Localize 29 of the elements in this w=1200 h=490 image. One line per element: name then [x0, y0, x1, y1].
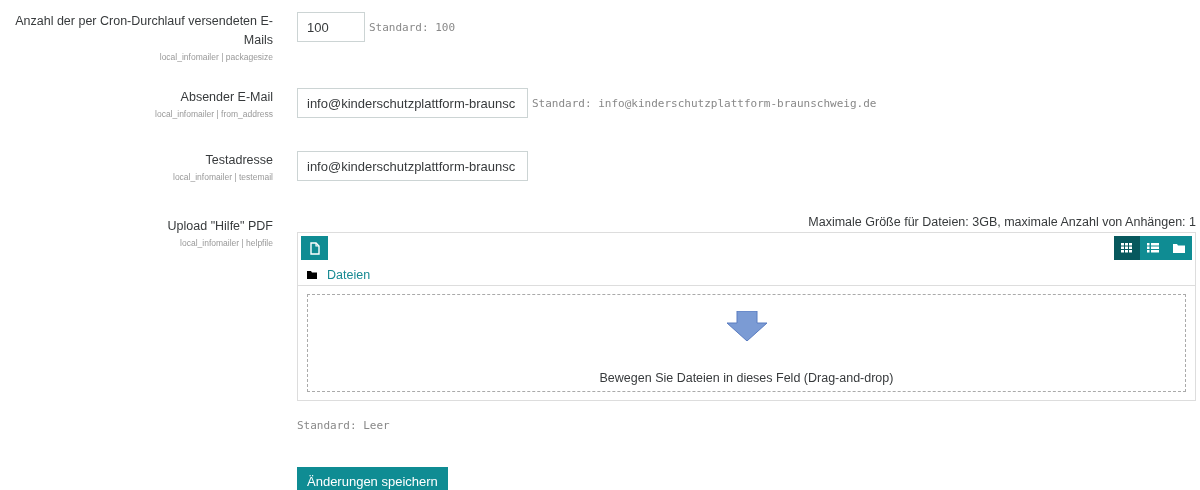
setting-label: Absender E-Mail	[180, 89, 273, 106]
folder-link[interactable]: Dateien	[327, 268, 371, 282]
view-button[interactable]	[1114, 236, 1140, 260]
setting-label: Testadresse	[205, 152, 273, 169]
drop-zone[interactable]: Bewegen Sie Dateien in dieses Feld (Drag-and-drop)	[307, 294, 1186, 392]
add-file-button[interactable]	[301, 236, 328, 260]
folder-icon	[1173, 243, 1185, 253]
drop-hint: Bewegen Sie Dateien in dieses Feld (Drag-and-drop)	[599, 371, 894, 385]
text-field[interactable]: info@kinderschutzplattform-braunsc	[297, 151, 528, 181]
setting-name: local_infomailer | testemail	[173, 172, 273, 182]
save-button[interactable]: Änderungen speichern	[297, 467, 448, 490]
setting-name: local_infomailer | helpfile	[180, 238, 273, 248]
list-icon	[1147, 243, 1159, 253]
view-button[interactable]	[1140, 236, 1166, 260]
folder-icon	[307, 271, 317, 279]
down-arrow-icon	[726, 311, 767, 341]
default-value: Standard: info@kinderschutzplattform-braunschweig.de	[532, 96, 877, 110]
view-button[interactable]	[1166, 236, 1192, 260]
text-field[interactable]: 100	[297, 12, 365, 42]
setting-name: local_infomailer | from_address	[155, 109, 273, 119]
file-icon	[309, 241, 320, 255]
setting-label: Anzahl der per Cron-Durchlauf versendeten E-Mails	[14, 13, 273, 49]
grid-icon	[1121, 243, 1133, 253]
default-value: Standard: Leer	[297, 419, 391, 432]
upload-limits: Maximale Größe für Dateien: 3GB, maximale Anzahl von Anhängen: 1	[807, 215, 1196, 229]
text-field[interactable]: info@kinderschutzplattform-braunsc	[297, 88, 528, 118]
setting-label: Upload "Hilfe" PDF	[167, 218, 273, 235]
setting-name: local_infomailer | packagesize	[159, 52, 273, 62]
default-value: Standard: 100	[369, 20, 456, 34]
